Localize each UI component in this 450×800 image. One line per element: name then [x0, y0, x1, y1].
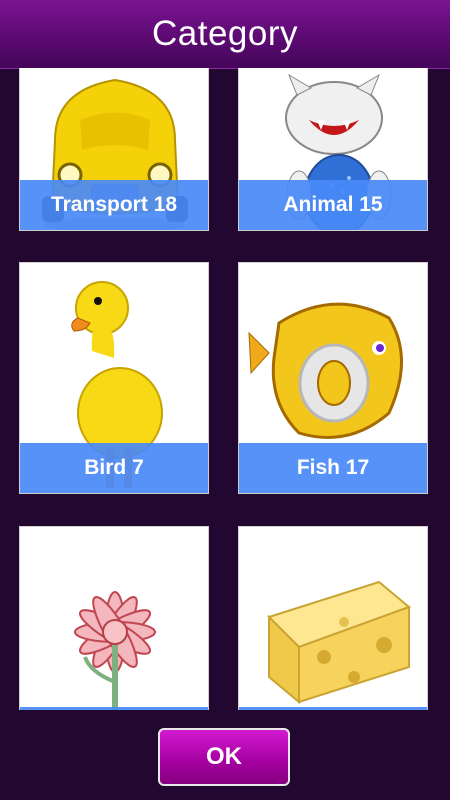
category-label: Transport 18: [20, 180, 208, 230]
category-label: Animal 15: [239, 180, 427, 230]
flower-icon: [20, 527, 208, 710]
category-card-transport[interactable]: Transport 18: [19, 68, 209, 231]
category-label: [239, 707, 427, 710]
page-title: Category: [151, 14, 299, 53]
category-card-flower[interactable]: [19, 526, 209, 710]
category-label: Fish 17: [239, 443, 427, 493]
category-card-food[interactable]: [238, 526, 428, 710]
category-label: [20, 707, 208, 710]
title-bar: Category: [0, 0, 450, 69]
ok-button[interactable]: OK: [158, 728, 290, 786]
category-card-fish[interactable]: Fish 17: [238, 262, 428, 494]
category-label: Bird 7: [20, 443, 208, 493]
category-card-animal[interactable]: Animal 15: [238, 68, 428, 231]
cheese-icon: [239, 527, 427, 710]
category-card-bird[interactable]: Bird 7: [19, 262, 209, 494]
category-grid-viewport[interactable]: Transport 18 Animal 15 Bird 7 Fish 17: [0, 68, 450, 710]
